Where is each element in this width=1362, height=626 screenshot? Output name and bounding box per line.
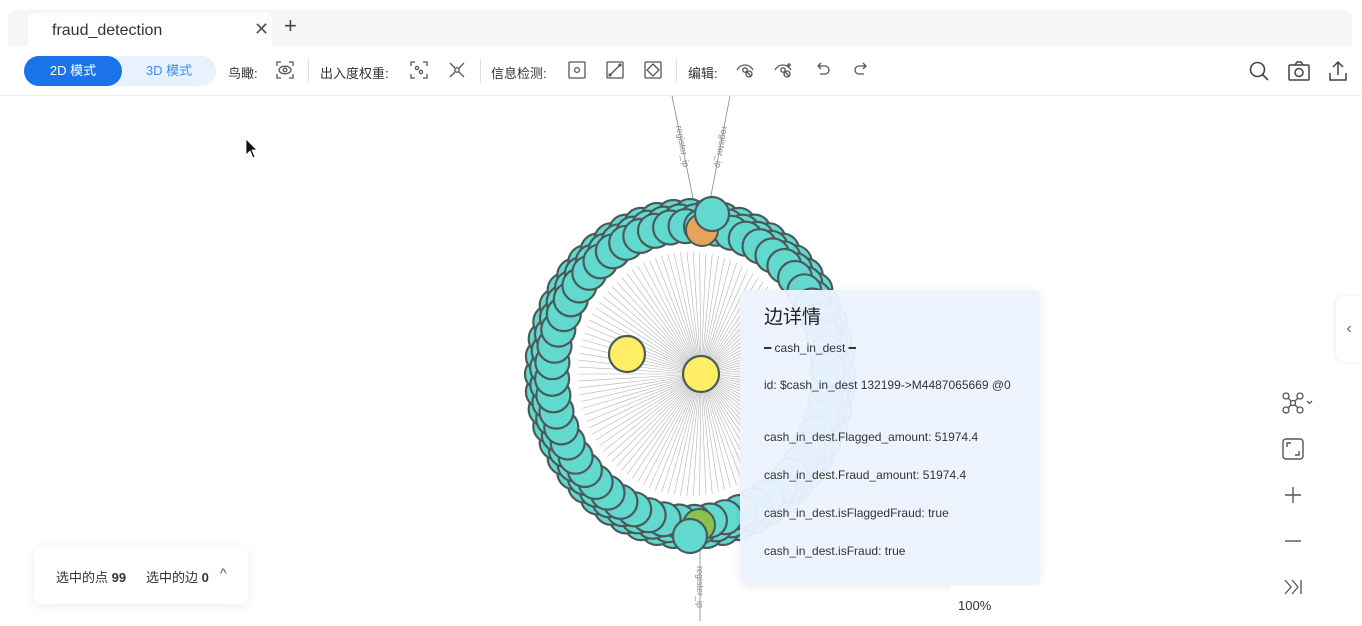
collapse-panel-button[interactable]: ‹ (1336, 296, 1362, 362)
graph-node[interactable] (693, 195, 731, 233)
zoom-out-icon[interactable] (1280, 528, 1306, 554)
toolbar-divider (480, 59, 481, 83)
edge-detect-icon[interactable] (604, 59, 626, 81)
mode-3d-button[interactable]: 3D 模式 (122, 56, 216, 86)
detail-title: 边详情 (764, 307, 822, 328)
tab-bar: fraud_detection ✕ + (8, 10, 1352, 47)
hide-edge-icon[interactable] (772, 59, 794, 81)
edge-label: register_ip (695, 566, 705, 608)
info-detect-label: 信息检测: (491, 66, 547, 81)
degree-weight-label: 出入度权重: (320, 66, 389, 81)
graph-canvas[interactable]: register_ip register_ip register_ip (0, 95, 1362, 621)
edge-label: register_ip (674, 125, 691, 168)
edge-detail-panel: 边详情 ━ cash_in_dest ━ id: $cash_in_dest 1… (740, 290, 1040, 584)
toolbar-divider (308, 59, 309, 83)
expand-right-icon[interactable] (1280, 574, 1306, 600)
detail-property: cash_in_dest.Flagged_amount: 51974.4 (764, 430, 979, 444)
zoom-controls (1266, 376, 1326, 616)
detail-property: cash_in_dest.isFraud: true (764, 544, 906, 558)
selected-nodes-count: 99 (111, 570, 127, 585)
mode-2d-button[interactable]: 2D 模式 (24, 56, 122, 86)
detail-property: cash_in_dest.isFlaggedFraud: true (764, 506, 949, 520)
add-tab-icon[interactable]: + (284, 14, 297, 38)
close-icon[interactable]: ✕ (254, 20, 269, 38)
mouse-cursor (245, 138, 258, 159)
mode-toggle: 2D 模式 3D 模式 (24, 56, 216, 86)
zoom-level: 100% (958, 598, 992, 613)
camera-icon[interactable] (1286, 58, 1312, 84)
layout-icon[interactable] (1280, 390, 1314, 416)
fit-view-icon[interactable] (1280, 436, 1306, 462)
edge-type-label: ━ cash_in_dest ━ (764, 341, 856, 355)
graph-node-yellow[interactable] (607, 334, 647, 374)
path-detect-icon[interactable] (642, 59, 664, 81)
tab-fraud-detection[interactable]: fraud_detection ✕ (28, 13, 272, 47)
birdseye-label: 鸟瞰: (228, 66, 258, 81)
detail-property: cash_in_dest.Fraud_amount: 51974.4 (764, 468, 967, 482)
tab-title[interactable]: fraud_detection (52, 22, 162, 40)
hide-node-icon[interactable] (734, 59, 756, 81)
out-degree-icon[interactable] (446, 59, 468, 81)
chevron-up-icon[interactable]: ^ (220, 565, 227, 581)
selection-summary: 选中的点 99 选中的边 0 ^ (34, 546, 248, 604)
redo-icon[interactable] (850, 59, 872, 81)
graph-node-hub[interactable] (681, 354, 721, 394)
edge-label: register_ip (713, 126, 730, 169)
export-icon[interactable] (1325, 58, 1351, 84)
selected-nodes-label: 选中的点 (56, 570, 109, 585)
zoom-in-icon[interactable] (1280, 482, 1306, 508)
search-icon[interactable] (1246, 58, 1272, 84)
edge-id: id: $cash_in_dest 132199->M4487065669 @0 (764, 378, 1011, 392)
undo-icon[interactable] (812, 59, 834, 81)
selected-edges-count: 0 (201, 570, 209, 585)
eye-view-icon[interactable] (274, 59, 296, 81)
toolbar-divider (676, 59, 677, 83)
in-degree-icon[interactable] (408, 59, 430, 81)
graph-node[interactable] (671, 517, 709, 555)
toolbar: 2D 模式 3D 模式 鸟瞰: 出入度权重: 信息检测: 编辑: (0, 47, 1362, 96)
edit-label: 编辑: (688, 66, 718, 81)
selected-edges-label: 选中的边 (146, 570, 199, 585)
node-detect-icon[interactable] (566, 59, 588, 81)
